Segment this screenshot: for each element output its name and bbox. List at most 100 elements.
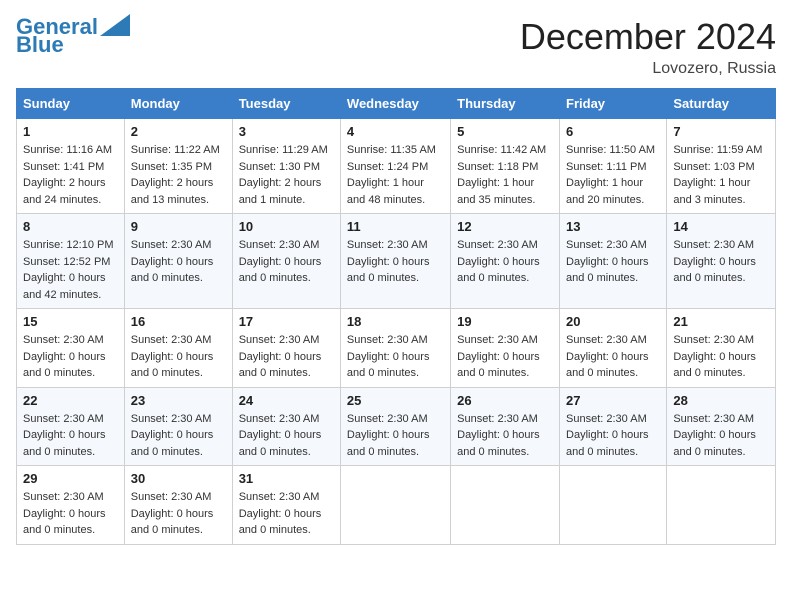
calendar-day-header: Tuesday — [232, 89, 340, 119]
calendar-cell: 10 Sunset: 2:30 AM Daylight: 0 hours and … — [232, 214, 340, 309]
calendar-cell: 27 Sunset: 2:30 AM Daylight: 0 hours and … — [560, 387, 667, 466]
day-info: Sunset: 2:30 AM Daylight: 0 hours and 0 … — [673, 411, 769, 461]
day-number: 20 — [566, 314, 660, 329]
day-info: Sunrise: 11:35 AM Sunset: 1:24 PM Daylig… — [347, 142, 444, 208]
day-info: Sunset: 2:30 AM Daylight: 0 hours and 0 … — [347, 332, 444, 382]
day-number: 1 — [23, 124, 118, 139]
logo-arrow-icon — [100, 14, 130, 36]
calendar-header-row: SundayMondayTuesdayWednesdayThursdayFrid… — [17, 89, 776, 119]
day-info: Sunrise: 12:10 PM Sunset: 12:52 PM Dayli… — [23, 237, 118, 303]
day-number: 8 — [23, 219, 118, 234]
day-info: Sunrise: 11:59 AM Sunset: 1:03 PM Daylig… — [673, 142, 769, 208]
day-number: 11 — [347, 219, 444, 234]
day-info: Sunset: 2:30 AM Daylight: 0 hours and 0 … — [131, 332, 226, 382]
day-number: 15 — [23, 314, 118, 329]
calendar-cell: 6 Sunrise: 11:50 AM Sunset: 1:11 PM Dayli… — [560, 119, 667, 214]
day-number: 10 — [239, 219, 334, 234]
day-number: 27 — [566, 393, 660, 408]
calendar-week-row: 15 Sunset: 2:30 AM Daylight: 0 hours and … — [17, 309, 776, 388]
day-info: Sunrise: 11:50 AM Sunset: 1:11 PM Daylig… — [566, 142, 660, 208]
calendar-cell: 20 Sunset: 2:30 AM Daylight: 0 hours and … — [560, 309, 667, 388]
day-info: Sunset: 2:30 AM Daylight: 0 hours and 0 … — [23, 332, 118, 382]
day-number: 23 — [131, 393, 226, 408]
day-number: 13 — [566, 219, 660, 234]
month-title: December 2024 — [520, 16, 776, 58]
day-number: 21 — [673, 314, 769, 329]
calendar-cell: 9 Sunset: 2:30 AM Daylight: 0 hours and 0… — [124, 214, 232, 309]
day-info: Sunset: 2:30 AM Daylight: 0 hours and 0 … — [131, 411, 226, 461]
day-number: 29 — [23, 471, 118, 486]
calendar-cell: 1 Sunrise: 11:16 AM Sunset: 1:41 PM Dayli… — [17, 119, 125, 214]
day-number: 14 — [673, 219, 769, 234]
calendar-week-row: 22 Sunset: 2:30 AM Daylight: 0 hours and … — [17, 387, 776, 466]
day-number: 5 — [457, 124, 553, 139]
day-info: Sunset: 2:30 AM Daylight: 0 hours and 0 … — [347, 411, 444, 461]
day-info: Sunset: 2:30 AM Daylight: 0 hours and 0 … — [566, 411, 660, 461]
calendar-cell: 8 Sunrise: 12:10 PM Sunset: 12:52 PM Dayl… — [17, 214, 125, 309]
calendar-day-header: Monday — [124, 89, 232, 119]
day-info: Sunset: 2:30 AM Daylight: 0 hours and 0 … — [239, 411, 334, 461]
calendar-cell: 7 Sunrise: 11:59 AM Sunset: 1:03 PM Dayli… — [667, 119, 776, 214]
calendar-cell: 13 Sunset: 2:30 AM Daylight: 0 hours and … — [560, 214, 667, 309]
calendar-day-header: Thursday — [451, 89, 560, 119]
calendar-cell: 25 Sunset: 2:30 AM Daylight: 0 hours and … — [340, 387, 450, 466]
day-info: Sunset: 2:30 AM Daylight: 0 hours and 0 … — [457, 237, 553, 287]
calendar-cell: 3 Sunrise: 11:29 AM Sunset: 1:30 PM Dayli… — [232, 119, 340, 214]
calendar-week-row: 29 Sunset: 2:30 AM Daylight: 0 hours and … — [17, 466, 776, 545]
calendar-cell: 14Sunset: 2:30 AM Daylight: 0 hours and … — [667, 214, 776, 309]
calendar-cell: 2 Sunrise: 11:22 AM Sunset: 1:35 PM Dayli… — [124, 119, 232, 214]
logo: General Blue — [16, 16, 130, 56]
day-info: Sunset: 2:30 AM Daylight: 0 hours and 0 … — [673, 332, 769, 382]
calendar-cell: 30Sunset: 2:30 AM Daylight: 0 hours and … — [124, 466, 232, 545]
day-number: 6 — [566, 124, 660, 139]
day-number: 22 — [23, 393, 118, 408]
day-info: Sunset: 2:30 AM Daylight: 0 hours and 0 … — [131, 237, 226, 287]
calendar-cell — [560, 466, 667, 545]
day-number: 25 — [347, 393, 444, 408]
day-number: 7 — [673, 124, 769, 139]
calendar-cell: 19 Sunset: 2:30 AM Daylight: 0 hours and … — [451, 309, 560, 388]
day-info: Sunset: 2:30 AM Daylight: 0 hours and 0 … — [347, 237, 444, 287]
calendar-cell: 24 Sunset: 2:30 AM Daylight: 0 hours and … — [232, 387, 340, 466]
day-info: Sunset: 2:30 AM Daylight: 0 hours and 0 … — [239, 237, 334, 287]
calendar-cell: 5Sunrise: 11:42 AM Sunset: 1:18 PM Dayli… — [451, 119, 560, 214]
day-number: 31 — [239, 471, 334, 486]
day-number: 9 — [131, 219, 226, 234]
calendar-cell: 18 Sunset: 2:30 AM Daylight: 0 hours and … — [340, 309, 450, 388]
day-number: 19 — [457, 314, 553, 329]
day-info: Sunset: 2:30 AM Daylight: 0 hours and 0 … — [23, 489, 118, 539]
day-number: 12 — [457, 219, 553, 234]
calendar-cell — [667, 466, 776, 545]
day-number: 28 — [673, 393, 769, 408]
calendar-cell: 17 Sunset: 2:30 AM Daylight: 0 hours and … — [232, 309, 340, 388]
day-info: Sunset: 2:30 AM Daylight: 0 hours and 0 … — [239, 489, 334, 539]
day-info: Sunrise: 11:22 AM Sunset: 1:35 PM Daylig… — [131, 142, 226, 208]
calendar-cell: 4 Sunrise: 11:35 AM Sunset: 1:24 PM Dayli… — [340, 119, 450, 214]
day-info: Sunrise: 11:29 AM Sunset: 1:30 PM Daylig… — [239, 142, 334, 208]
title-area: December 2024 Lovozero, Russia — [520, 16, 776, 78]
day-number: 2 — [131, 124, 226, 139]
day-info: Sunset: 2:30 AM Daylight: 0 hours and 0 … — [239, 332, 334, 382]
day-info: Sunrise: 11:16 AM Sunset: 1:41 PM Daylig… — [23, 142, 118, 208]
day-info: Sunset: 2:30 AM Daylight: 0 hours and 0 … — [23, 411, 118, 461]
location-title: Lovozero, Russia — [520, 60, 776, 78]
calendar-cell — [340, 466, 450, 545]
calendar-cell: 16Sunset: 2:30 AM Daylight: 0 hours and … — [124, 309, 232, 388]
calendar-day-header: Friday — [560, 89, 667, 119]
day-number: 18 — [347, 314, 444, 329]
calendar-cell: 22 Sunset: 2:30 AM Daylight: 0 hours and … — [17, 387, 125, 466]
day-number: 17 — [239, 314, 334, 329]
header: General Blue December 2024 Lovozero, Rus… — [16, 16, 776, 78]
day-info: Sunset: 2:30 AM Daylight: 0 hours and 0 … — [457, 332, 553, 382]
calendar-cell: 28 Sunset: 2:30 AM Daylight: 0 hours and … — [667, 387, 776, 466]
day-info: Sunset: 2:30 AM Daylight: 0 hours and 0 … — [566, 237, 660, 287]
day-info: Sunset: 2:30 AM Daylight: 0 hours and 0 … — [566, 332, 660, 382]
calendar-day-header: Sunday — [17, 89, 125, 119]
day-number: 4 — [347, 124, 444, 139]
calendar-cell: 31 Sunset: 2:30 AM Daylight: 0 hours and … — [232, 466, 340, 545]
day-number: 24 — [239, 393, 334, 408]
calendar-week-row: 1 Sunrise: 11:16 AM Sunset: 1:41 PM Dayli… — [17, 119, 776, 214]
calendar-cell: 29 Sunset: 2:30 AM Daylight: 0 hours and … — [17, 466, 125, 545]
calendar-day-header: Wednesday — [340, 89, 450, 119]
day-number: 3 — [239, 124, 334, 139]
